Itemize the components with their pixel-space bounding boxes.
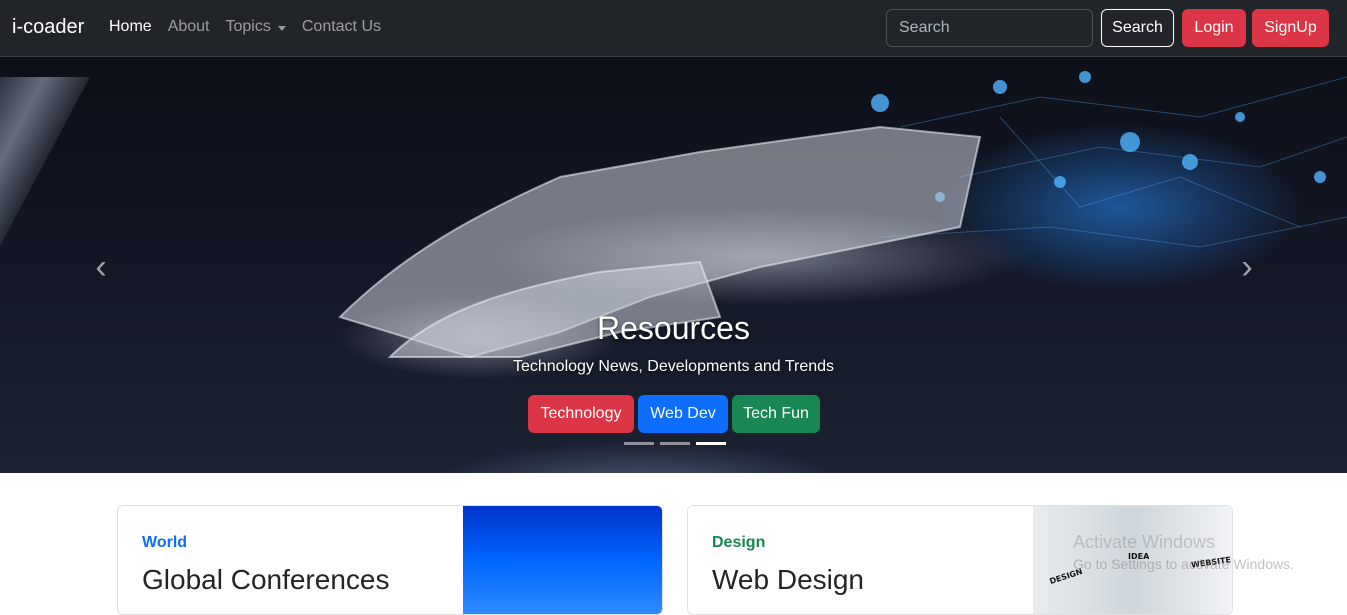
nav-link-about[interactable]: About (168, 18, 210, 36)
nav-links: Home About Topics Contact Us (109, 18, 397, 36)
tech-fun-button[interactable]: Tech Fun (732, 395, 820, 433)
card-title: Global Conferences (142, 564, 390, 595)
card-category: Design (712, 534, 766, 551)
nav-link-home[interactable]: Home (109, 18, 152, 36)
web-dev-button[interactable]: Web Dev (638, 395, 728, 433)
windows-watermark-title: Activate Windows (1073, 532, 1216, 552)
carousel-indicator[interactable] (624, 442, 654, 445)
carousel-indicator-active[interactable] (696, 442, 726, 445)
nav-link-topics[interactable]: Topics (226, 18, 286, 36)
signup-button[interactable]: SignUp (1252, 9, 1329, 47)
card-image (463, 506, 662, 614)
carousel-prev-button[interactable]: ‹ (86, 247, 116, 287)
brand-logo[interactable]: i-coader (12, 16, 84, 39)
card-world: World Global Conferences (117, 505, 663, 615)
carousel-subtitle: Technology News, Developments and Trends (512, 358, 835, 375)
caret-down-icon (277, 25, 286, 31)
nav-link-topics-label: Topics (225, 18, 271, 35)
carousel-next-button[interactable]: › (1232, 247, 1262, 287)
windows-watermark-subtitle: Go to Settings to activate Windows. (1073, 556, 1294, 572)
card-title: Web Design (712, 564, 865, 595)
search-input[interactable] (886, 9, 1093, 47)
carousel-title: Resources (597, 310, 750, 346)
card-category: World (142, 534, 188, 551)
carousel-buttons: Technology Web Dev Tech Fun (528, 395, 824, 433)
carousel-indicator[interactable] (660, 442, 690, 445)
navbar: i-coader Home About Topics Contact Us Se… (0, 0, 1347, 57)
carousel-indicators (624, 442, 732, 445)
search-button[interactable]: Search (1101, 9, 1174, 47)
hero-carousel: ‹ › Resources Technology News, Developme… (0, 57, 1347, 473)
nav-link-contact[interactable]: Contact Us (302, 18, 381, 36)
login-button[interactable]: Login (1182, 9, 1246, 47)
technology-button[interactable]: Technology (528, 395, 634, 433)
